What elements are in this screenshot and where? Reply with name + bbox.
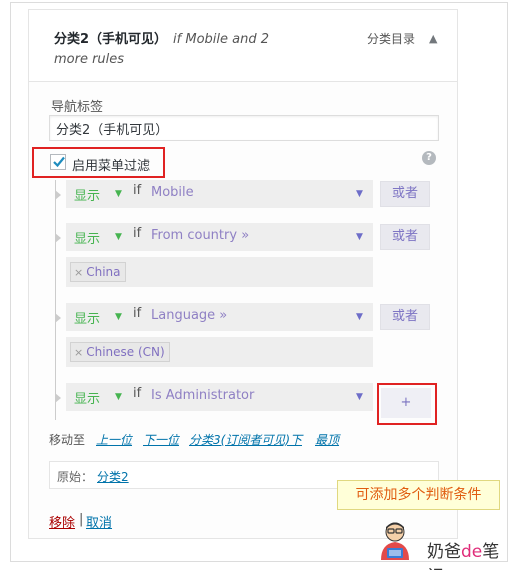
move-up-link[interactable]: 上一位 — [96, 431, 132, 448]
rule-1-or-button[interactable]: 或者 — [380, 181, 430, 207]
original-label: 原始： — [57, 470, 94, 484]
rule-3-values[interactable]: × Chinese (CN) — [66, 337, 373, 367]
menu-item-header[interactable]: 分类2（手机可见） if Mobile and 2 more rules 分类目录 … — [29, 10, 457, 82]
help-icon[interactable]: ? — [422, 151, 436, 165]
caret-down-icon[interactable]: ▼ — [356, 392, 363, 402]
enable-filter-checkbox[interactable] — [50, 154, 66, 170]
rule-3-or-button[interactable]: 或者 — [380, 304, 430, 330]
menu-item-panel: 分类2（手机可见） if Mobile and 2 more rules 分类目录 … — [28, 9, 458, 539]
menu-item-type: 分类目录 — [367, 32, 416, 46]
rule-expand-arrow-icon[interactable] — [55, 313, 61, 323]
move-down-link[interactable]: 下一位 — [143, 431, 179, 448]
rule-3-select[interactable]: Language » — [151, 308, 227, 323]
caret-down-icon[interactable]: ▼ — [115, 232, 122, 242]
enable-filter-label: 启用菜单过滤 — [72, 159, 151, 174]
rule-4-condition[interactable]: 显示 — [74, 388, 100, 407]
caret-down-icon[interactable]: ▼ — [115, 312, 122, 322]
rule-1-select[interactable]: Mobile — [151, 185, 194, 200]
menu-item-title-row: 分类2（手机可见） if Mobile and 2 more rules — [54, 30, 354, 70]
menu-editor-frame: 分类2（手机可见） if Mobile and 2 more rules 分类目录 … — [10, 2, 508, 570]
nav-label-caption: 导航标签 — [51, 100, 104, 115]
rule-1-condition[interactable]: 显示 — [74, 185, 100, 204]
rule-row-1 — [66, 180, 373, 208]
rule-3-if: if — [133, 306, 142, 321]
value-tag: × Chinese (CN) — [70, 342, 170, 362]
brand-logo-icon — [381, 522, 409, 560]
rule-2-values[interactable]: × China — [66, 257, 373, 287]
action-separator: | — [79, 512, 84, 527]
nav-label-input[interactable] — [49, 115, 439, 141]
original-link[interactable]: 分类2 — [97, 468, 129, 485]
check-icon — [53, 156, 65, 168]
rule-expand-arrow-icon[interactable] — [55, 190, 61, 200]
cancel-link[interactable]: 取消 — [86, 512, 112, 531]
add-rule-button[interactable]: + — [381, 388, 431, 418]
caret-down-icon[interactable]: ▼ — [356, 232, 363, 242]
brand-name: 奶爸de笔记 — [427, 542, 500, 570]
caret-down-icon[interactable]: ▼ — [115, 189, 122, 199]
rule-4-select[interactable]: Is Administrator — [151, 388, 254, 403]
rule-expand-arrow-icon[interactable] — [55, 393, 61, 403]
move-under-link[interactable]: 分类3(订阅者可见)下 — [189, 431, 302, 448]
remove-tag-icon[interactable]: × — [74, 266, 83, 279]
annotation-note: 可添加多个判断条件 — [337, 480, 500, 510]
rule-2-or-button[interactable]: 或者 — [380, 224, 430, 250]
rule-1-if: if — [133, 183, 142, 198]
rule-2-if: if — [133, 226, 142, 241]
menu-item-title: 分类2（手机可见） — [54, 32, 168, 47]
rule-2-condition[interactable]: 显示 — [74, 228, 100, 247]
rule-4-if: if — [133, 386, 142, 401]
rule-expand-arrow-icon[interactable] — [55, 233, 61, 243]
move-to-label: 移动至 — [49, 433, 86, 447]
remove-tag-icon[interactable]: × — [74, 346, 83, 359]
move-top-link[interactable]: 最顶 — [315, 431, 339, 448]
caret-down-icon[interactable]: ▼ — [356, 189, 363, 199]
caret-down-icon[interactable]: ▼ — [356, 312, 363, 322]
triangle-up-icon[interactable]: ▲ — [429, 32, 437, 45]
caret-down-icon[interactable]: ▼ — [115, 392, 122, 402]
rule-2-select[interactable]: From country » — [151, 228, 249, 243]
rule-3-condition[interactable]: 显示 — [74, 308, 100, 327]
rules-connector-line — [55, 180, 56, 420]
remove-link[interactable]: 移除 — [49, 512, 75, 531]
value-tag: × China — [70, 262, 126, 282]
